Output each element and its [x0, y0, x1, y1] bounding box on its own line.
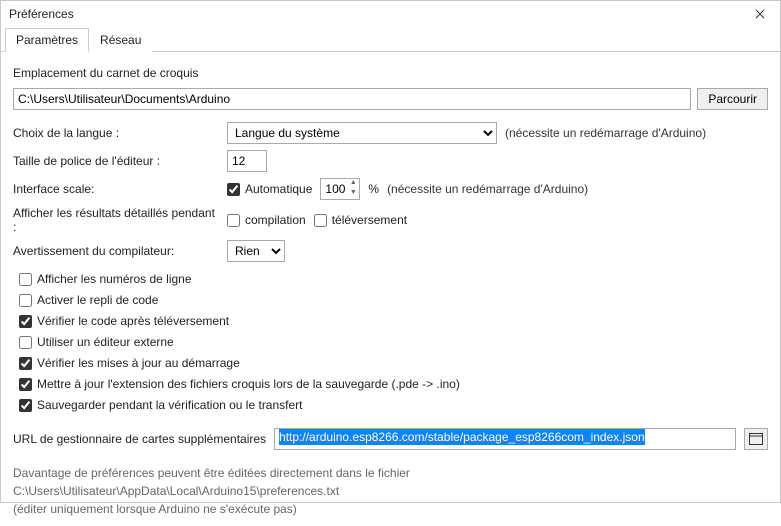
updateext-checkbox[interactable]: Mettre à jour l'extension des fichiers c…	[19, 377, 768, 391]
tab-settings[interactable]: Paramètres	[5, 28, 89, 52]
chevron-down-icon: ▼	[347, 189, 359, 199]
window-title: Préférences	[9, 7, 74, 21]
auto-scale-checkbox[interactable]: Automatique	[227, 182, 312, 196]
verify-checkbox[interactable]: Vérifier le code après téléversement	[19, 314, 768, 328]
language-select[interactable]: Langue du système	[227, 122, 497, 144]
savebuild-checkbox[interactable]: Sauvegarder pendant la vérification ou l…	[19, 398, 768, 412]
preferences-window: Préférences Paramètres Réseau Emplacemen…	[0, 0, 781, 503]
fontsize-label: Taille de police de l'éditeur :	[13, 154, 219, 168]
codefold-checkbox[interactable]: Activer le repli de code	[19, 293, 768, 307]
scale-hint: (nécessite un redémarrage d'Arduino)	[387, 182, 588, 196]
close-button[interactable]	[740, 1, 780, 27]
sketchbook-label: Emplacement du carnet de croquis	[13, 66, 768, 80]
upload-check-label: téléversement	[332, 213, 407, 227]
checkup-checkbox[interactable]: Vérifier les mises à jour au démarrage	[19, 356, 768, 370]
window-icon	[749, 433, 763, 445]
footer-note: Davantage de préférences peuvent être éd…	[13, 466, 768, 516]
boards-url-value: http://arduino.esp8266.com/stable/packag…	[279, 429, 645, 445]
footer-line3: (éditer uniquement lorsque Arduino ne s'…	[13, 502, 768, 516]
sketchbook-path-input[interactable]	[13, 88, 691, 110]
fontsize-input[interactable]	[227, 150, 267, 172]
language-hint: (nécessite un redémarrage d'Arduino)	[505, 126, 706, 140]
warnings-label: Avertissement du compilateur:	[13, 244, 219, 258]
compile-checkbox[interactable]: compilation	[227, 213, 306, 227]
boards-url-input[interactable]: http://arduino.esp8266.com/stable/packag…	[274, 428, 736, 450]
scale-percent: %	[368, 182, 379, 196]
warnings-select[interactable]: Rien	[227, 240, 285, 262]
compile-check-input[interactable]	[227, 214, 240, 227]
auto-scale-check-input[interactable]	[227, 183, 240, 196]
language-label: Choix de la langue :	[13, 126, 219, 140]
footer-line1: Davantage de préférences peuvent être éd…	[13, 466, 768, 480]
boards-url-edit-button[interactable]	[744, 428, 768, 450]
interface-scale-label: Interface scale:	[13, 182, 219, 196]
chevron-up-icon: ▲	[347, 179, 359, 189]
close-icon	[755, 9, 765, 19]
boards-url-label: URL de gestionnaire de cartes supplément…	[13, 432, 266, 446]
scale-spinner[interactable]: ▲▼	[320, 178, 360, 200]
verbose-label: Afficher les résultats détaillés pendant…	[13, 206, 219, 234]
tab-strip: Paramètres Réseau	[1, 27, 780, 52]
preferences-body: Emplacement du carnet de croquis Parcour…	[1, 52, 780, 526]
titlebar: Préférences	[1, 1, 780, 27]
extedit-checkbox[interactable]: Utiliser un éditeur externe	[19, 335, 768, 349]
upload-check-input[interactable]	[314, 214, 327, 227]
footer-line2: C:\Users\Utilisateur\AppData\Local\Ardui…	[13, 484, 768, 498]
scale-spinner-arrows[interactable]: ▲▼	[347, 179, 359, 199]
linenum-checkbox[interactable]: Afficher les numéros de ligne	[19, 272, 768, 286]
compile-check-label: compilation	[245, 213, 306, 227]
upload-checkbox[interactable]: téléversement	[314, 213, 407, 227]
tab-network[interactable]: Réseau	[89, 28, 152, 52]
browse-button[interactable]: Parcourir	[697, 88, 768, 110]
auto-scale-check-label: Automatique	[245, 182, 312, 196]
